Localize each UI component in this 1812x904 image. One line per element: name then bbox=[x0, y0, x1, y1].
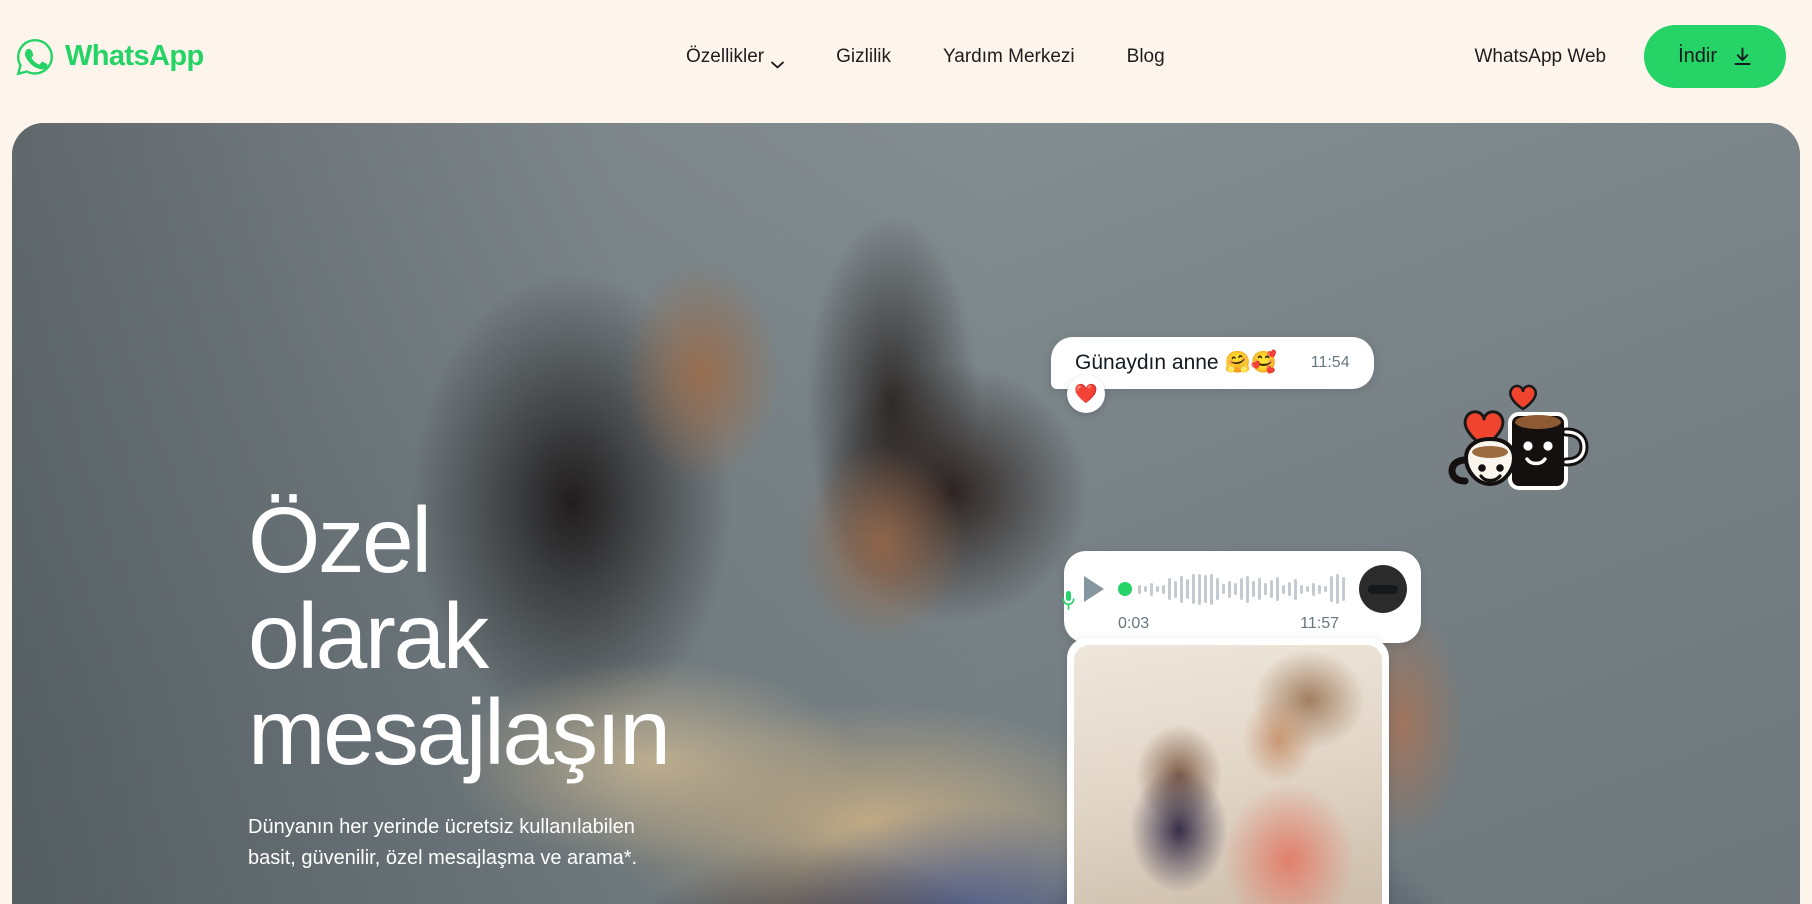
hero-title-line-3: mesajlaşın bbox=[248, 679, 671, 784]
header-actions: WhatsApp Web İndir bbox=[1474, 25, 1786, 88]
whatsapp-web-link[interactable]: WhatsApp Web bbox=[1474, 46, 1606, 68]
header-download-button[interactable]: İndir bbox=[1644, 25, 1786, 88]
download-icon bbox=[1733, 47, 1752, 66]
brand-name: WhatsApp bbox=[65, 40, 204, 72]
nav-item-label: Blog bbox=[1126, 45, 1165, 67]
voice-duration: 0:03 bbox=[1118, 615, 1150, 632]
nav-item-label: Gizlilik bbox=[836, 45, 892, 67]
nav-item-ozellikler[interactable]: Özellikler bbox=[660, 46, 810, 68]
site-header: WhatsApp Özellikler Gizlilik Yardım Merk… bbox=[0, 0, 1812, 113]
nav-item-yardim-merkezi[interactable]: Yardım Merkezi bbox=[917, 46, 1101, 68]
voice-waveform[interactable] bbox=[1118, 572, 1345, 606]
chat-message-text: Günaydın anne 🤗🥰 bbox=[1075, 351, 1277, 374]
coffee-cups-hearts-sticker bbox=[1442, 376, 1592, 501]
download-button-label: İndir bbox=[1678, 45, 1717, 67]
nav-item-gizlilik[interactable]: Gizlilik bbox=[810, 46, 917, 68]
chat-bubble-image[interactable]: 11:57 bbox=[1067, 638, 1389, 904]
voice-time: 11:57 bbox=[1300, 615, 1339, 632]
voice-player-row bbox=[1062, 565, 1407, 613]
hero-copy: Özel olarak mesajlaşın Dünyanın her yeri… bbox=[248, 492, 768, 904]
chevron-down-icon bbox=[771, 53, 785, 68]
hero-subtitle: Dünyanın her yerinde ücretsiz kullanılab… bbox=[248, 816, 638, 870]
chat-bubble-voice: 0:03 11:57 bbox=[1062, 551, 1421, 643]
message-photo: 11:57 bbox=[1074, 645, 1382, 904]
nav-item-blog[interactable]: Blog bbox=[1101, 46, 1191, 68]
brand-logo[interactable]: WhatsApp bbox=[14, 36, 204, 78]
hero-title-line-1: Özel bbox=[248, 488, 432, 592]
main-navigation: Özellikler Gizlilik Yardım Merkezi Blog bbox=[660, 46, 1191, 68]
avatar bbox=[1359, 565, 1407, 613]
nav-item-label: Özellikler bbox=[686, 45, 765, 67]
whatsapp-logo-icon bbox=[14, 36, 56, 78]
microphone-icon bbox=[1062, 591, 1075, 613]
reaction-badge-heart[interactable]: ❤️ bbox=[1067, 375, 1105, 413]
nav-item-label: Yardım Merkezi bbox=[943, 45, 1075, 67]
hero-title-line-2: olarak bbox=[248, 583, 489, 688]
hero-section: Özel olarak mesajlaşın Dünyanın her yeri… bbox=[12, 123, 1800, 904]
chat-message-time: 11:54 bbox=[1310, 354, 1350, 371]
play-icon[interactable] bbox=[1084, 576, 1104, 602]
page-title: Özel olarak mesajlaşın bbox=[248, 492, 768, 780]
sunglasses-detail bbox=[1368, 585, 1398, 594]
voice-meta-row: 0:03 11:57 bbox=[1084, 613, 1405, 633]
unplayed-indicator-dot bbox=[1118, 582, 1132, 596]
